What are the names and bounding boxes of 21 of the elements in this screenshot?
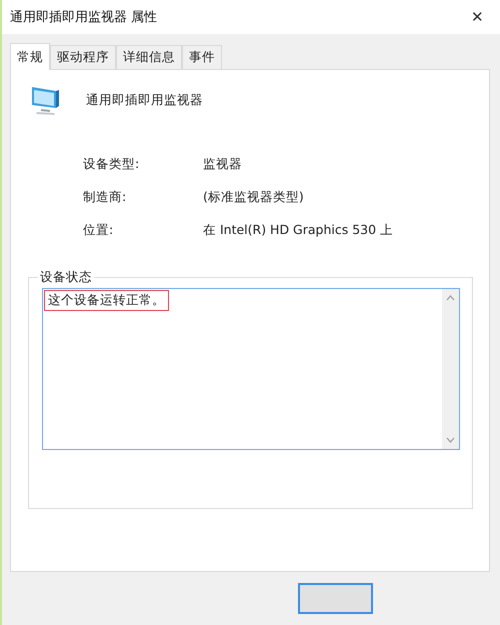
close-button[interactable]: ✕: [467, 8, 488, 26]
property-value: (标准监视器类型): [203, 189, 305, 206]
tab[interactable]: 事件: [182, 45, 222, 69]
device-name: 通用即插即用监视器: [86, 92, 203, 108]
monitor-icon: [30, 84, 62, 116]
property-label: 制造商:: [83, 189, 128, 206]
tab[interactable]: 详细信息: [116, 45, 182, 69]
tab[interactable]: 驱动程序: [50, 45, 116, 69]
scroll-down-icon[interactable]: [446, 437, 455, 443]
window-title: 通用即插即用监视器 属性: [10, 9, 158, 26]
group-legend: 设备状态: [38, 269, 94, 286]
dialog-button[interactable]: [298, 583, 373, 614]
scroll-up-icon[interactable]: [446, 295, 455, 301]
tab[interactable]: 常规: [10, 43, 50, 70]
status-text: 这个设备运转正常。: [44, 290, 169, 311]
status-textbox[interactable]: 这个设备运转正常。: [42, 288, 460, 450]
property-label: 设备类型:: [83, 156, 140, 173]
property-label: 位置:: [83, 222, 114, 239]
property-value: 监视器: [203, 156, 243, 173]
scrollbar[interactable]: [442, 289, 459, 449]
property-value: 在 Intel(R) HD Graphics 530 上: [203, 222, 394, 239]
